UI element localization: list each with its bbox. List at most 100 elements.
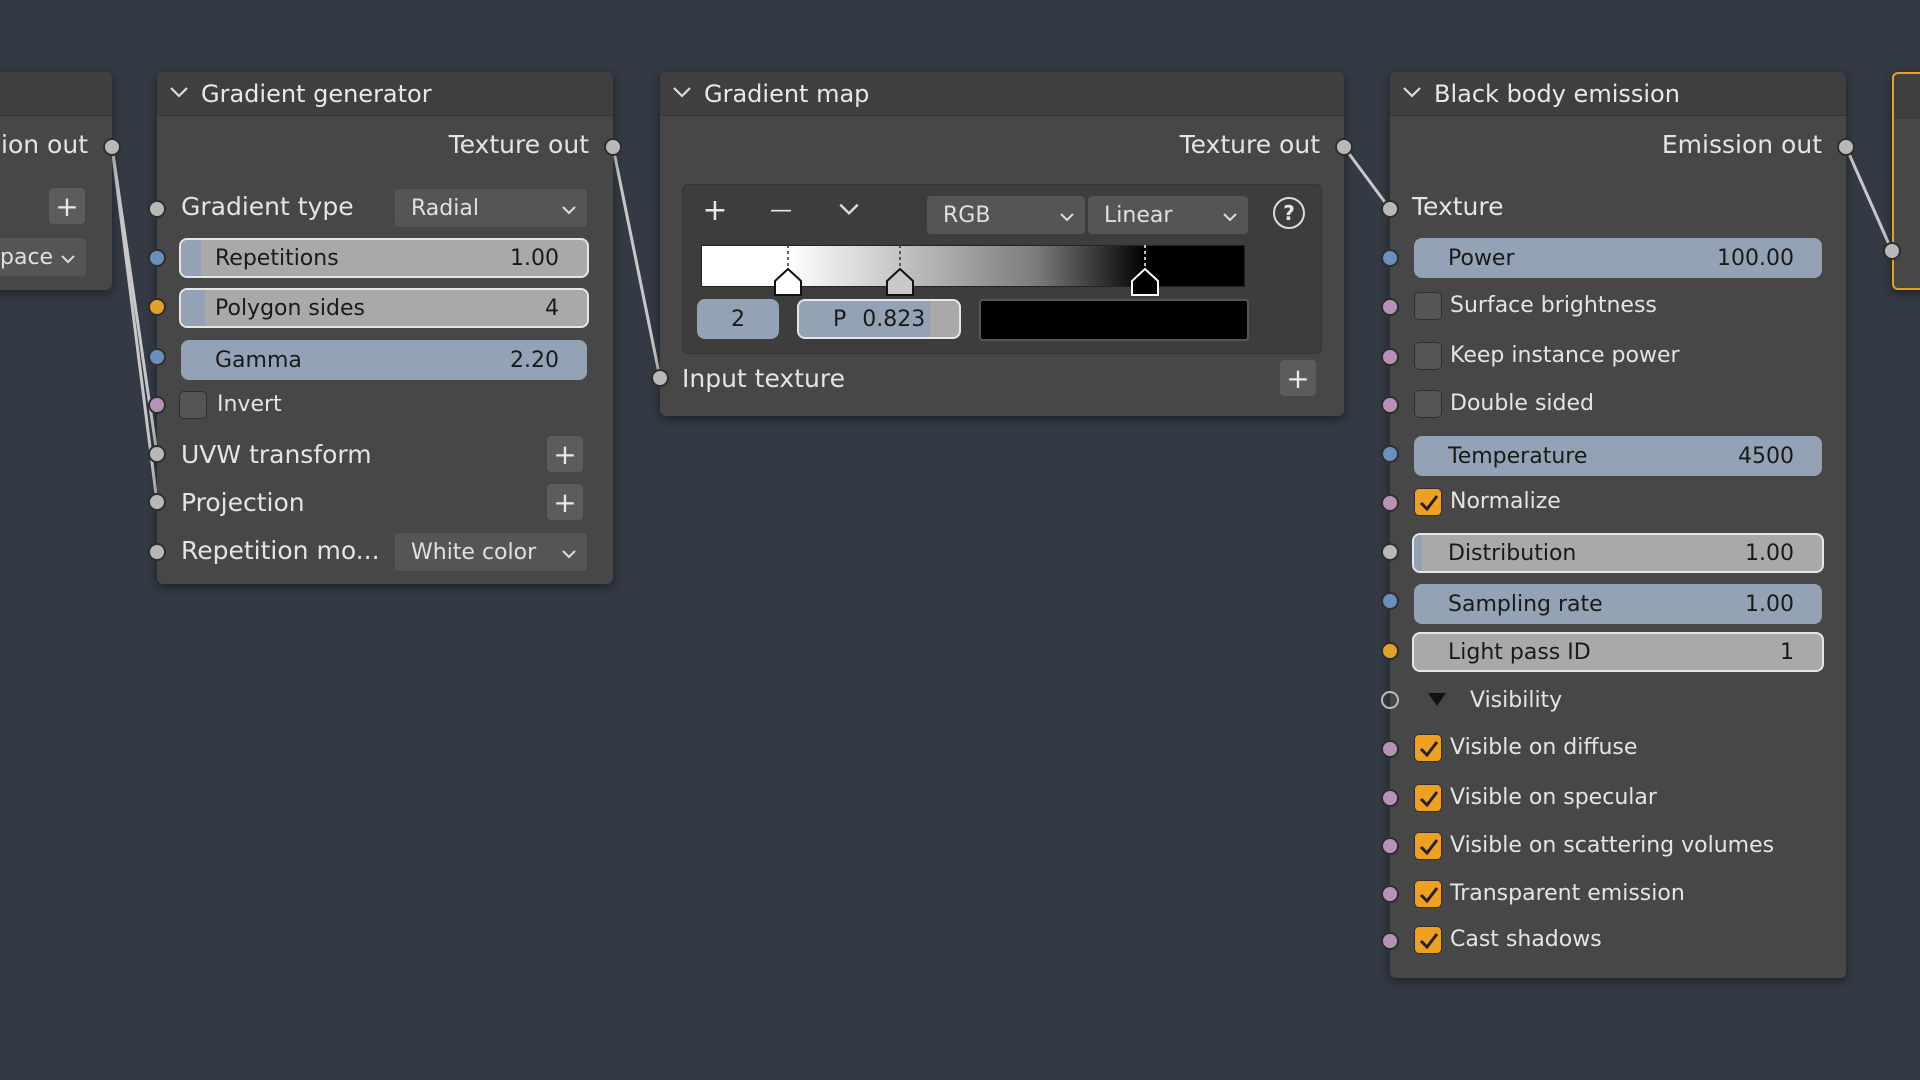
stop-position-field[interactable]: P 0.823: [797, 299, 961, 339]
keep-instance-power-label: Keep instance power: [1450, 343, 1680, 368]
chevron-down-icon: [561, 196, 577, 221]
output-label: Emission out: [1661, 130, 1822, 159]
light-pass-id-field[interactable]: Light pass ID 1: [1412, 632, 1824, 672]
visible-scattering-checkbox[interactable]: [1414, 832, 1442, 860]
gamma-socket[interactable]: [148, 348, 166, 366]
cast-shadows-checkbox[interactable]: [1414, 926, 1442, 954]
help-icon[interactable]: ?: [1273, 197, 1305, 229]
visibility-label: Visibility: [1470, 688, 1563, 713]
left-node-dropdown[interactable]: pace: [0, 238, 86, 276]
node-title: Gradient generator: [201, 79, 432, 108]
transparent-emission-socket[interactable]: [1381, 885, 1399, 903]
gradient-map-node[interactable]: Gradient map Texture out + — RGB Linear …: [660, 72, 1344, 416]
stop-menu-button[interactable]: [837, 201, 867, 225]
surface-brightness-label: Surface brightness: [1450, 293, 1657, 318]
gradient-generator-node[interactable]: Gradient generator Texture out Gradient …: [157, 72, 613, 584]
power-socket[interactable]: [1381, 249, 1399, 267]
sampling-rate-socket[interactable]: [1381, 592, 1399, 610]
keep-instance-power-socket[interactable]: [1381, 348, 1399, 366]
left-node-output-socket[interactable]: [103, 138, 121, 156]
visibility-section-toggle[interactable]: Visibility: [1426, 688, 1562, 713]
left-node[interactable]: ion out + pace: [0, 72, 112, 290]
black-body-header[interactable]: Black body emission: [1390, 72, 1846, 116]
temperature-socket[interactable]: [1381, 445, 1399, 463]
visible-specular-checkbox[interactable]: [1414, 784, 1442, 812]
visible-diffuse-socket[interactable]: [1381, 740, 1399, 758]
gradient-map-header[interactable]: Gradient map: [660, 72, 1344, 116]
temperature-value: 4500: [1738, 443, 1794, 469]
right-node-header[interactable]: [1894, 74, 1920, 118]
chevron-down-icon[interactable]: [660, 83, 704, 104]
sampling-rate-field[interactable]: Sampling rate 1.00: [1414, 584, 1822, 624]
repetition-mode-socket[interactable]: [148, 543, 166, 561]
checkmark-icon: [1419, 741, 1439, 758]
emission-out-socket[interactable]: [1837, 138, 1855, 156]
uvw-transform-add-button[interactable]: +: [547, 436, 583, 472]
gradient-type-dropdown[interactable]: Radial: [395, 189, 587, 227]
visible-scattering-label: Visible on scattering volumes: [1450, 833, 1775, 858]
gradient-generator-header[interactable]: Gradient generator: [157, 72, 613, 116]
invert-socket[interactable]: [148, 396, 166, 414]
polygon-sides-field[interactable]: Polygon sides 4: [179, 288, 589, 328]
repetitions-field[interactable]: Repetitions 1.00: [179, 238, 589, 278]
input-texture-socket[interactable]: [651, 369, 669, 387]
light-pass-id-label: Light pass ID: [1448, 639, 1591, 665]
surface-brightness-socket[interactable]: [1381, 298, 1399, 316]
normalize-checkbox[interactable]: [1414, 488, 1442, 516]
visible-diffuse-checkbox[interactable]: [1414, 734, 1442, 762]
power-field[interactable]: Power 100.00: [1414, 238, 1822, 278]
cast-shadows-socket[interactable]: [1381, 932, 1399, 950]
color-space-value: RGB: [943, 202, 991, 228]
chevron-down-icon: [561, 540, 577, 565]
surface-brightness-checkbox[interactable]: [1414, 292, 1442, 320]
chevron-down-icon[interactable]: [1390, 83, 1434, 104]
power-label: Power: [1448, 245, 1515, 271]
projection-socket[interactable]: [148, 493, 166, 511]
projection-add-button[interactable]: +: [547, 484, 583, 520]
visibility-socket[interactable]: [1381, 691, 1399, 709]
distribution-socket[interactable]: [1381, 543, 1399, 561]
gamma-field[interactable]: Gamma 2.20: [181, 340, 587, 380]
gradient-type-value: Radial: [411, 195, 479, 221]
texture-out-socket[interactable]: [604, 138, 622, 156]
visible-specular-label: Visible on specular: [1450, 785, 1657, 810]
remove-stop-button[interactable]: —: [761, 193, 801, 229]
gradient-stops[interactable]: [683, 245, 1323, 301]
double-sided-checkbox[interactable]: [1414, 390, 1442, 418]
polygon-sides-socket[interactable]: [148, 298, 166, 316]
chevron-down-icon[interactable]: [157, 83, 201, 104]
stop-position-prefix: P: [833, 306, 847, 332]
interpolation-dropdown[interactable]: Linear: [1088, 196, 1248, 234]
texture-socket[interactable]: [1381, 200, 1399, 218]
repetitions-socket[interactable]: [148, 249, 166, 267]
stop-index-field[interactable]: 2: [697, 299, 779, 339]
add-stop-button[interactable]: +: [695, 193, 735, 229]
distribution-value: 1.00: [1745, 540, 1794, 566]
distribution-field[interactable]: Distribution 1.00: [1412, 533, 1824, 573]
light-pass-id-value: 1: [1780, 639, 1794, 665]
black-body-emission-node[interactable]: Black body emission Emission out Texture…: [1390, 72, 1846, 978]
temperature-field[interactable]: Temperature 4500: [1414, 436, 1822, 476]
color-space-dropdown[interactable]: RGB: [927, 196, 1085, 234]
texture-out-socket[interactable]: [1335, 138, 1353, 156]
input-texture-add-button[interactable]: +: [1280, 360, 1316, 396]
left-node-add-button[interactable]: +: [49, 188, 85, 224]
visible-scattering-socket[interactable]: [1381, 837, 1399, 855]
transparent-emission-checkbox[interactable]: [1414, 880, 1442, 908]
invert-checkbox[interactable]: [179, 391, 207, 419]
temperature-label: Temperature: [1448, 443, 1588, 469]
light-pass-id-socket[interactable]: [1381, 642, 1399, 660]
double-sided-socket[interactable]: [1381, 396, 1399, 414]
chevron-down-icon: [1222, 203, 1238, 228]
right-node-input-socket[interactable]: [1883, 242, 1901, 260]
keep-instance-power-checkbox[interactable]: [1414, 342, 1442, 370]
gamma-value: 2.20: [510, 347, 559, 373]
repetition-mode-dropdown[interactable]: White color: [395, 533, 587, 571]
normalize-socket[interactable]: [1381, 494, 1399, 512]
repetitions-value: 1.00: [510, 245, 559, 271]
gradient-type-socket[interactable]: [148, 200, 166, 218]
visible-specular-socket[interactable]: [1381, 789, 1399, 807]
stop-color-swatch[interactable]: [979, 299, 1249, 341]
power-value: 100.00: [1717, 245, 1794, 271]
uvw-transform-socket[interactable]: [148, 445, 166, 463]
